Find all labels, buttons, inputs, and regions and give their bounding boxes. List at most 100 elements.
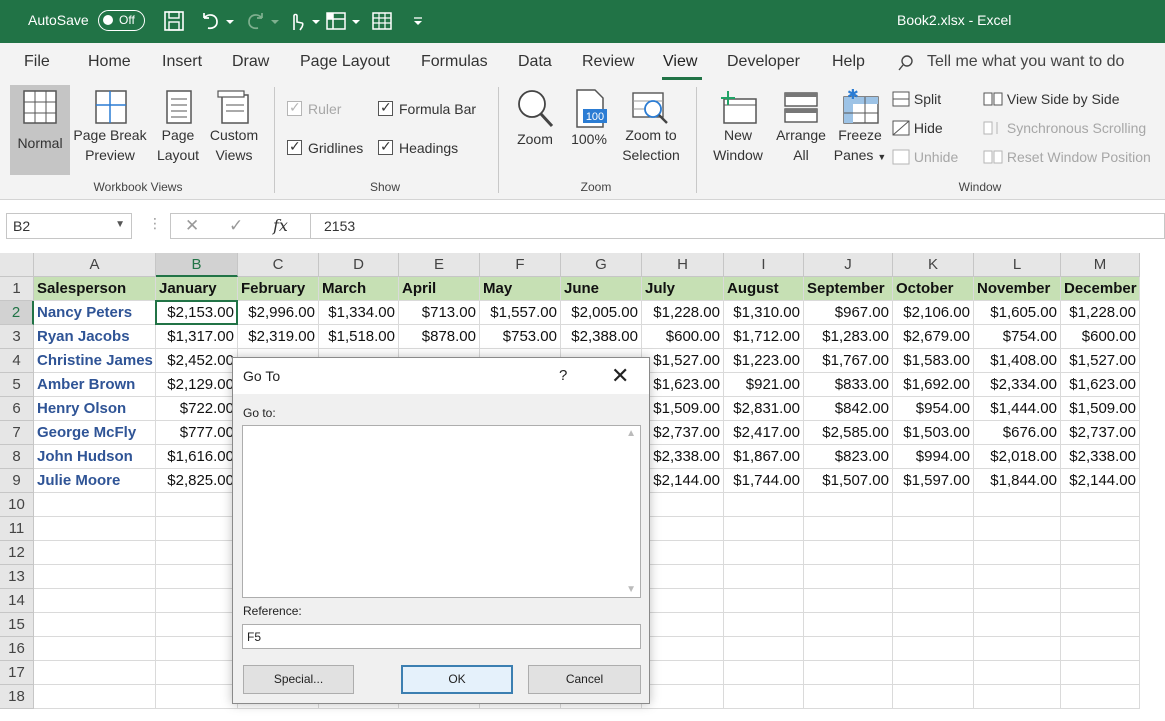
- tab-developer[interactable]: Developer: [727, 53, 800, 71]
- cell[interactable]: [724, 637, 804, 661]
- column-header[interactable]: C: [238, 253, 319, 277]
- cell[interactable]: Henry Olson: [34, 397, 156, 421]
- cell[interactable]: [156, 613, 238, 637]
- cell[interactable]: $1,503.00: [893, 421, 974, 445]
- cell[interactable]: $1,408.00: [974, 349, 1061, 373]
- cell[interactable]: $878.00: [399, 325, 480, 349]
- cell[interactable]: [724, 613, 804, 637]
- save-icon[interactable]: [163, 10, 185, 32]
- name-box-dropdown-icon[interactable]: ▼: [115, 219, 125, 230]
- cell[interactable]: [34, 565, 156, 589]
- header-cell[interactable]: January: [156, 277, 238, 301]
- row-header[interactable]: 14: [0, 589, 34, 613]
- cell[interactable]: [893, 685, 974, 709]
- row-header[interactable]: 7: [0, 421, 34, 445]
- cell[interactable]: [974, 685, 1061, 709]
- cell[interactable]: [156, 589, 238, 613]
- cell[interactable]: [1061, 637, 1140, 661]
- column-header[interactable]: E: [399, 253, 480, 277]
- cell[interactable]: $2,319.00: [238, 325, 319, 349]
- ok-button[interactable]: OK: [401, 665, 513, 694]
- cell[interactable]: [34, 517, 156, 541]
- cell[interactable]: $1,712.00: [724, 325, 804, 349]
- autosave-toggle[interactable]: Off: [98, 10, 145, 31]
- cell[interactable]: [724, 517, 804, 541]
- cell[interactable]: $600.00: [1061, 325, 1140, 349]
- cell[interactable]: [974, 517, 1061, 541]
- cell[interactable]: $1,527.00: [1061, 349, 1140, 373]
- cell[interactable]: $676.00: [974, 421, 1061, 445]
- custom-views-button[interactable]: Custom Views: [206, 85, 262, 175]
- cell[interactable]: [156, 637, 238, 661]
- cell[interactable]: [724, 685, 804, 709]
- arrange-all-button[interactable]: Arrange All: [771, 85, 831, 175]
- cell[interactable]: $1,844.00: [974, 469, 1061, 493]
- cell[interactable]: [156, 517, 238, 541]
- cell[interactable]: [724, 565, 804, 589]
- cell[interactable]: [804, 661, 893, 685]
- cell[interactable]: $2,334.00: [974, 373, 1061, 397]
- column-header[interactable]: J: [804, 253, 893, 277]
- cell[interactable]: [724, 493, 804, 517]
- cell[interactable]: $2,417.00: [724, 421, 804, 445]
- cell[interactable]: $2,018.00: [974, 445, 1061, 469]
- cell[interactable]: [156, 685, 238, 709]
- cell[interactable]: George McFly: [34, 421, 156, 445]
- row-header[interactable]: 17: [0, 661, 34, 685]
- cell[interactable]: [804, 685, 893, 709]
- cell[interactable]: [1061, 517, 1140, 541]
- row-header[interactable]: 5: [0, 373, 34, 397]
- cell[interactable]: [804, 541, 893, 565]
- cell[interactable]: $994.00: [893, 445, 974, 469]
- cell[interactable]: [642, 517, 724, 541]
- cell[interactable]: [893, 565, 974, 589]
- cell[interactable]: [1061, 661, 1140, 685]
- cell[interactable]: [1061, 493, 1140, 517]
- header-cell[interactable]: December: [1061, 277, 1140, 301]
- cell[interactable]: [34, 637, 156, 661]
- cell[interactable]: $921.00: [724, 373, 804, 397]
- cell[interactable]: $2,005.00: [561, 301, 642, 325]
- column-header[interactable]: G: [561, 253, 642, 277]
- table-qat-icon[interactable]: [371, 10, 393, 32]
- zoom-100-button[interactable]: 100 100%: [566, 85, 612, 175]
- cell[interactable]: [1061, 541, 1140, 565]
- cell[interactable]: $1,509.00: [1061, 397, 1140, 421]
- row-header[interactable]: 16: [0, 637, 34, 661]
- hide-button[interactable]: Hide: [892, 120, 943, 136]
- cell[interactable]: [156, 493, 238, 517]
- cell[interactable]: $2,106.00: [893, 301, 974, 325]
- header-cell[interactable]: Salesperson: [34, 277, 156, 301]
- row-header[interactable]: 1: [0, 277, 34, 301]
- cell[interactable]: [156, 565, 238, 589]
- headings-checkbox[interactable]: Headings: [378, 138, 458, 156]
- cell[interactable]: [893, 493, 974, 517]
- scroll-down-icon[interactable]: ▼: [626, 584, 636, 595]
- cell[interactable]: [642, 541, 724, 565]
- cell[interactable]: $1,310.00: [724, 301, 804, 325]
- header-cell[interactable]: November: [974, 277, 1061, 301]
- freeze-panes-button[interactable]: ✱ Freeze Panes ▼: [833, 85, 887, 175]
- zoom-button[interactable]: Zoom: [508, 85, 562, 175]
- cell[interactable]: $1,228.00: [1061, 301, 1140, 325]
- cell[interactable]: $753.00: [480, 325, 561, 349]
- list-scrollbar[interactable]: ▲ ▼: [622, 426, 640, 597]
- normal-view-button[interactable]: Normal: [10, 85, 70, 175]
- close-icon[interactable]: ✕: [611, 363, 629, 389]
- cell[interactable]: $2,338.00: [1061, 445, 1140, 469]
- cell[interactable]: [34, 661, 156, 685]
- cell[interactable]: [724, 541, 804, 565]
- cell[interactable]: $954.00: [893, 397, 974, 421]
- cell[interactable]: [1061, 613, 1140, 637]
- cell[interactable]: [804, 517, 893, 541]
- tab-review[interactable]: Review: [582, 53, 634, 71]
- cell[interactable]: John Hudson: [34, 445, 156, 469]
- cell[interactable]: $842.00: [804, 397, 893, 421]
- enter-icon[interactable]: ✓: [229, 216, 243, 236]
- row-header[interactable]: 10: [0, 493, 34, 517]
- row-header[interactable]: 6: [0, 397, 34, 421]
- column-header[interactable]: K: [893, 253, 974, 277]
- cell[interactable]: $1,228.00: [642, 301, 724, 325]
- cell[interactable]: [804, 565, 893, 589]
- cell[interactable]: [893, 661, 974, 685]
